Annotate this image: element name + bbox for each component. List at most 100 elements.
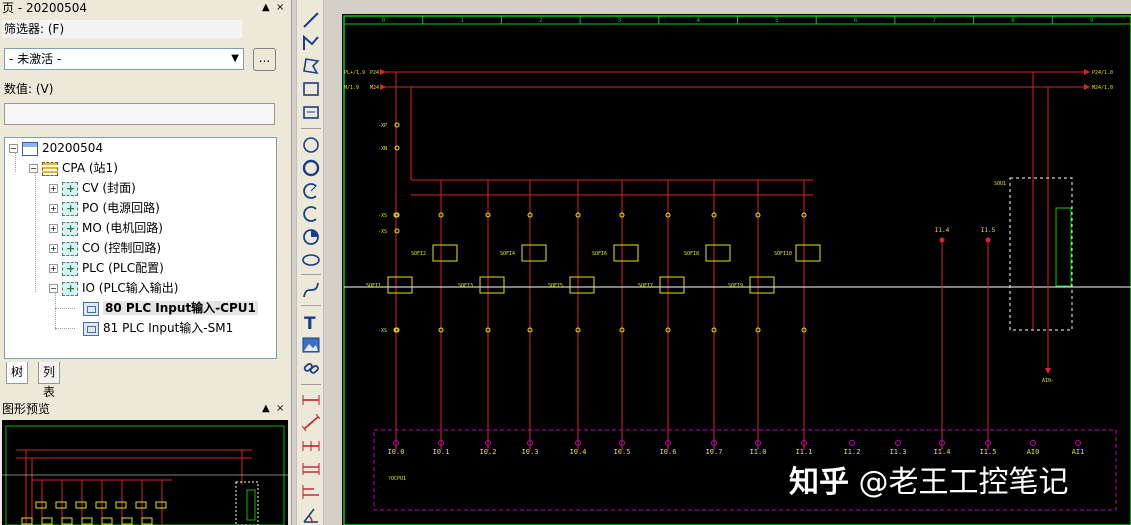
circle-thick-icon[interactable]	[301, 158, 321, 178]
folder-icon	[62, 200, 78, 218]
project-icon	[22, 141, 38, 156]
collapse-icon[interactable]: −	[9, 144, 18, 153]
switch-tag: SOFI6	[592, 251, 607, 257]
spline-icon[interactable]	[301, 280, 321, 300]
folder-icon	[62, 240, 78, 258]
rail-left-label: M/1.9	[344, 85, 359, 91]
pin-icon[interactable]: ▲	[262, 401, 270, 417]
pin-icon[interactable]: ▲	[262, 0, 270, 16]
frame-column-number: 6	[854, 17, 858, 24]
ellipse-icon[interactable]	[301, 250, 321, 270]
plc-block-tag: ?OCPU1	[388, 476, 406, 482]
io-address-label: I0.1	[433, 448, 450, 456]
image-icon[interactable]	[301, 335, 321, 355]
io-address-label: I0.3	[522, 448, 539, 456]
frame-column-number: 2	[539, 17, 543, 24]
tree-node-label: CO (控制回路)	[82, 241, 162, 255]
io-address-label: AI1	[1072, 448, 1085, 456]
tree-node-page[interactable]: 81 PLC Input输入-SM1	[83, 319, 233, 337]
rail-tag-label: M24	[370, 85, 379, 91]
tree-node-label: PLC (PLC配置)	[82, 261, 164, 275]
io-address-label: I0.5	[614, 448, 631, 456]
io-address-label: I0.4	[570, 448, 587, 456]
expand-icon[interactable]: +	[49, 184, 58, 193]
terminal-tag: -XN	[378, 146, 387, 152]
tree-node-root[interactable]: − 20200504	[9, 139, 103, 157]
io-address-label: I0.7	[706, 448, 723, 456]
value-input[interactable]	[4, 103, 275, 125]
switch-tag: SOFI4	[500, 251, 515, 257]
drawing-toolbar: T	[296, 0, 324, 525]
frame-column-number: 1	[460, 17, 464, 24]
frame-column-number: 3	[618, 17, 622, 24]
tree-node-page-selected[interactable]: 80 PLC Input输入-CPU1	[83, 299, 258, 317]
dimension-angle-icon[interactable]	[301, 505, 321, 525]
tree-node-label: 80 PLC Input输入-CPU1	[103, 301, 258, 315]
zhihu-logo: 知乎	[789, 465, 849, 500]
tree-node-label: CV (封面)	[82, 181, 136, 195]
terminal-tag: -XS	[378, 213, 387, 219]
circle-icon[interactable]	[301, 135, 321, 155]
arc-icon[interactable]	[301, 181, 321, 201]
tab-tree[interactable]: 树	[6, 362, 29, 384]
rectangle-rounded-icon[interactable]	[301, 102, 321, 122]
chevron-down-icon[interactable]: ▼	[231, 49, 239, 69]
frame-column-number: 9	[1090, 17, 1094, 24]
tree-node-station[interactable]: − CPA (站1)	[29, 159, 118, 177]
filter-select[interactable]: - 未激活 - ▼	[4, 48, 244, 70]
graphic-preview[interactable]	[2, 420, 288, 525]
analog-block-tag: SOU1	[994, 181, 1006, 187]
tree-node-group[interactable]: − IO (PLC输入输出)	[49, 279, 178, 298]
dimension-aligned-icon[interactable]	[301, 413, 321, 433]
tree-node-label: 20200504	[42, 141, 104, 155]
spare-input-label: I1.5	[981, 227, 996, 234]
collapse-icon[interactable]: −	[49, 284, 58, 293]
close-icon[interactable]: ×	[276, 401, 284, 417]
expand-icon[interactable]: +	[49, 204, 58, 213]
tree-node-group[interactable]: + CV (封面)	[49, 179, 136, 198]
dimension-linear-icon[interactable]	[301, 390, 321, 410]
close-icon[interactable]: ×	[276, 0, 284, 16]
rail-right-label: M24/1.0	[1092, 85, 1113, 91]
sector-icon[interactable]	[301, 227, 321, 247]
terminal-tag: -XS	[378, 328, 387, 334]
analog-out-label: AI0-	[1042, 378, 1054, 384]
switch-tag: SOFI5	[548, 283, 563, 289]
tree-node-label: MO (电机回路)	[82, 221, 163, 235]
tree-node-group[interactable]: + PO (电源回路)	[49, 199, 160, 218]
schematic-canvas[interactable]: 0 1 2 3 4 5 6 7 8 9 PL+/1.9 P24 P24/1.0 M/1.9 M24 M24/…	[326, 0, 1131, 525]
folder-icon	[62, 180, 78, 198]
rectangle-icon[interactable]	[301, 79, 321, 99]
tree-node-group[interactable]: + PLC (PLC配置)	[49, 259, 164, 278]
io-address-label: I1.2	[844, 448, 861, 456]
polygon-icon[interactable]	[301, 56, 321, 76]
text-icon[interactable]: T	[301, 312, 321, 332]
tab-list[interactable]: 列表	[38, 362, 61, 399]
arc-open-icon[interactable]	[301, 204, 321, 224]
expand-icon[interactable]: +	[49, 224, 58, 233]
line-icon[interactable]	[301, 10, 321, 30]
terminal-tag: -XS	[378, 229, 387, 235]
spare-input-label: I1.4	[935, 227, 950, 234]
switch-tag: SOFI1	[366, 283, 381, 289]
page-icon	[83, 321, 99, 336]
polyline-icon[interactable]	[301, 33, 321, 53]
expand-icon[interactable]: +	[49, 244, 58, 253]
spare-input-dot	[939, 237, 945, 243]
rail-tag-label: P24	[370, 70, 379, 76]
collapse-icon[interactable]: −	[29, 164, 38, 173]
folder-icon	[62, 280, 78, 298]
filter-more-button[interactable]: ...	[253, 48, 276, 71]
tree-node-group[interactable]: + MO (电机回路)	[49, 219, 163, 238]
dimension-increment-icon[interactable]	[301, 459, 321, 479]
expand-icon[interactable]: +	[49, 264, 58, 273]
dimension-chain-icon[interactable]	[301, 436, 321, 456]
hyperlink-icon[interactable]	[301, 358, 321, 378]
switch-tag: SOFI3	[458, 283, 473, 289]
io-address-label: I1.0	[750, 448, 767, 456]
dimension-baseline-icon[interactable]	[301, 482, 321, 502]
page-tree[interactable]: −20200504 −CPA (站1) +CV (封面) +PO (电源回路) …	[4, 137, 277, 359]
tree-node-group[interactable]: + CO (控制回路)	[49, 239, 162, 258]
frame-column-number: 7	[932, 17, 936, 24]
schematic-drawing: 0 1 2 3 4 5 6 7 8 9 PL+/1.9 P24 P24/1.0 M/1.9 M24 M24/…	[326, 0, 1131, 525]
